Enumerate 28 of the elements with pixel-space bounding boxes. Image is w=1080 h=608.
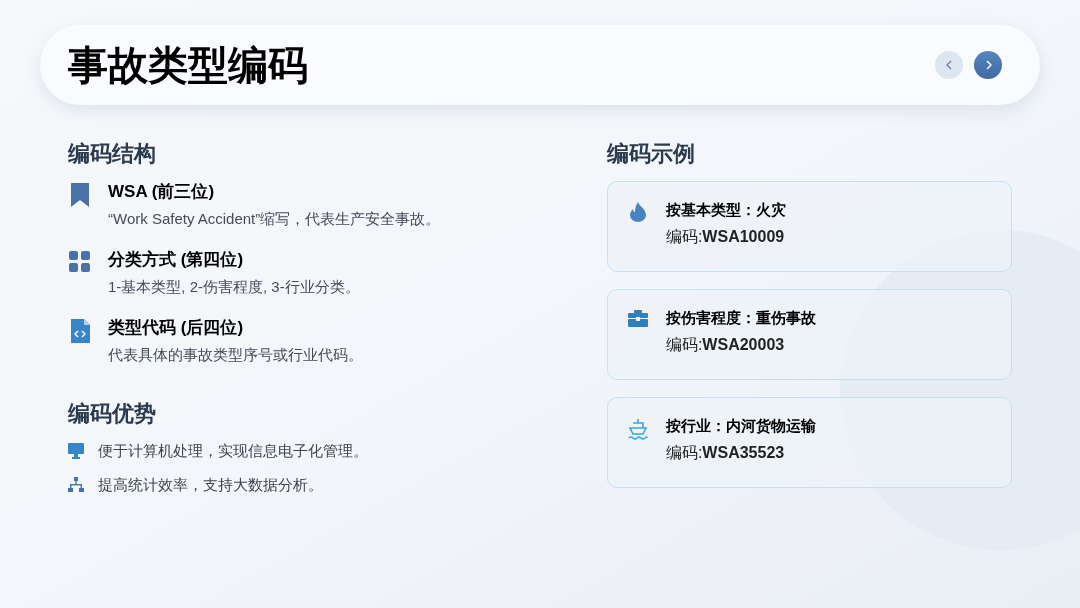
structure-description: 1-基本类型, 2-伤害程度, 3-行业分类。	[108, 277, 360, 297]
structure-title: 分类方式 (第四位)	[108, 249, 245, 271]
structure-description: “Work Safety Accident”缩写，代表生产安全事故。	[108, 209, 441, 229]
advantage-text: 提高统计效率，支持大数据分析。	[98, 475, 323, 495]
next-button[interactable]	[974, 51, 1002, 79]
section-heading: 编码优势	[68, 400, 157, 428]
ship-icon	[627, 418, 648, 440]
example-title: 按行业：内河货物运输	[665, 416, 816, 436]
structure-title: WSA (前三位)	[108, 181, 216, 203]
flame-icon	[629, 202, 646, 222]
structure-title: 类型代码 (后四位)	[108, 317, 245, 339]
example-code: 编码:WSA35523	[665, 443, 786, 463]
example-title: 按伤害程度：重伤事故	[665, 308, 816, 328]
grid-icon	[69, 251, 91, 273]
section-heading: 编码结构	[68, 140, 157, 168]
monitor-icon	[68, 443, 84, 459]
code-file-icon	[70, 319, 90, 343]
structure-description: 代表具体的事故类型序号或行业代码。	[108, 345, 363, 365]
example-title: 按基本类型：火灾	[665, 200, 786, 220]
chevron-left-icon	[944, 59, 954, 71]
toolbox-icon	[627, 310, 648, 327]
hierarchy-icon	[68, 477, 84, 493]
page-title: 事故类型编码	[68, 41, 308, 90]
section-heading: 编码示例	[606, 140, 696, 168]
advantage-text: 便于计算机处理，实现信息电子化管理。	[98, 441, 368, 461]
example-code: 编码:WSA10009	[665, 227, 786, 247]
bookmark-icon	[70, 183, 90, 207]
example-code: 编码:WSA20003	[665, 335, 786, 355]
